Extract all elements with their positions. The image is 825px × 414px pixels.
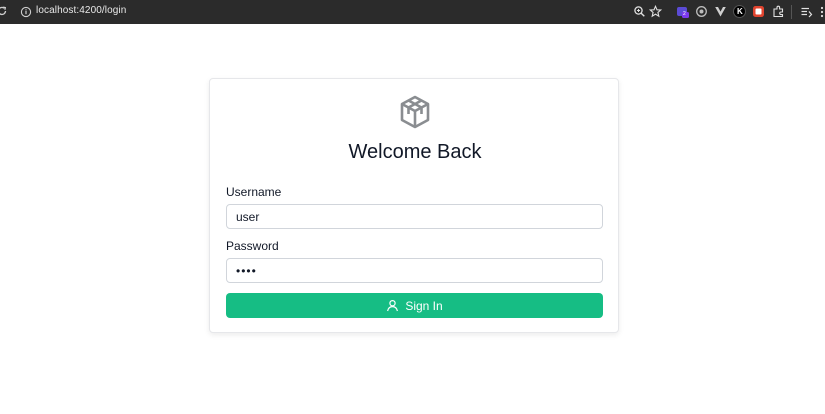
k-extension-label: K — [737, 7, 743, 16]
user-icon — [387, 299, 399, 312]
sign-in-button[interactable]: Sign In — [226, 293, 603, 318]
k-extension-icon[interactable]: K — [733, 5, 746, 18]
password-input[interactable] — [226, 258, 603, 283]
menu-icon[interactable] — [818, 5, 825, 19]
extension-badge: 2 — [683, 11, 686, 17]
bookmark-star-icon[interactable] — [649, 5, 662, 18]
extension-icon[interactable] — [695, 5, 708, 18]
zoom-icon[interactable] — [633, 5, 646, 18]
address-bar-url[interactable]: localhost:4200/login — [36, 5, 126, 16]
username-label: Username — [226, 185, 282, 199]
username-input[interactable] — [226, 204, 603, 229]
login-card: Welcome Back Username Password Sign In — [209, 78, 619, 333]
toolbar-divider — [791, 5, 792, 19]
browser-toolbar: localhost:4200/login 2 K — [0, 0, 825, 24]
reading-list-icon[interactable] — [800, 5, 813, 18]
vue-icon[interactable] — [714, 5, 727, 18]
puzzle-icon[interactable] — [772, 5, 785, 18]
page-title: Welcome Back — [348, 141, 482, 163]
site-info-icon[interactable] — [20, 6, 32, 18]
extension-icon[interactable]: 2 — [676, 5, 689, 18]
cube-logo-icon — [400, 95, 430, 129]
reload-icon[interactable] — [0, 5, 8, 17]
password-label: Password — [226, 239, 279, 253]
red-extension-icon[interactable] — [752, 5, 765, 18]
sign-in-label: Sign In — [405, 298, 443, 313]
